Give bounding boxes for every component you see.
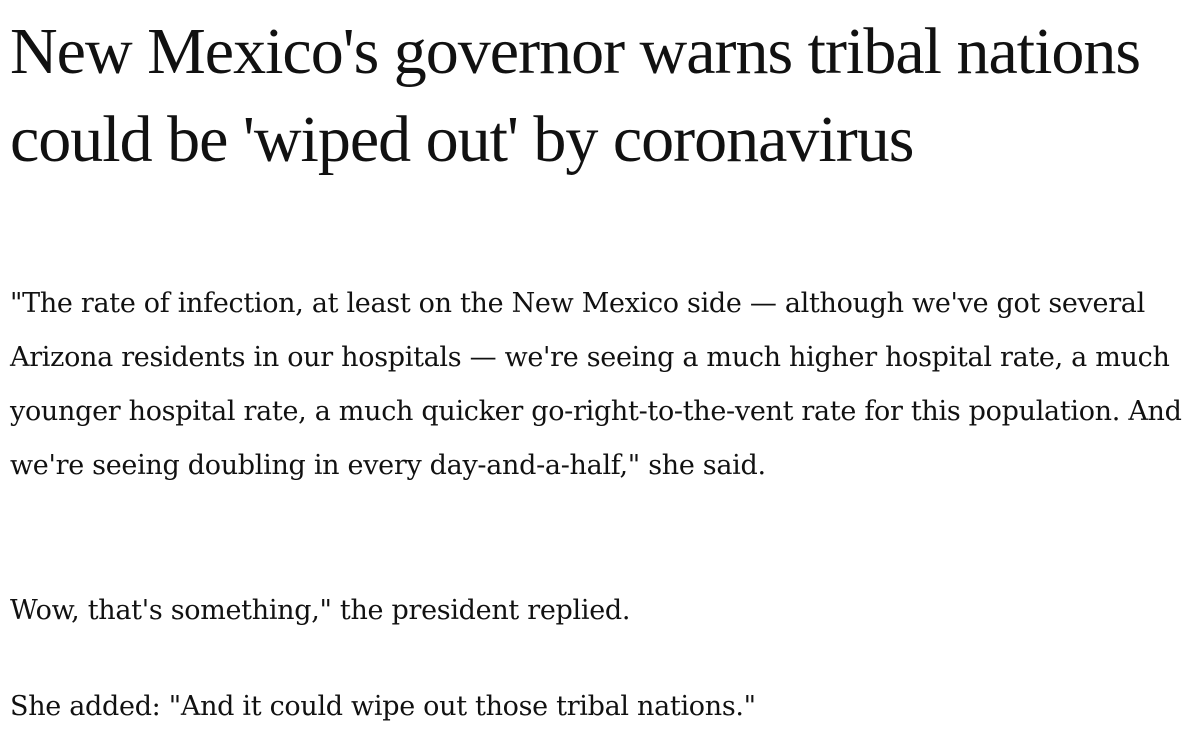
article-paragraph-reply: Wow, that's something," the president re… (10, 595, 631, 626)
article-paragraph-quote: "The rate of infection, at least on the … (10, 288, 1182, 481)
article-headline: New Mexico's governor warns tribal natio… (10, 15, 1141, 176)
article: New Mexico's governor warns tribal natio… (0, 0, 1199, 742)
article-paragraph-addition: She added: "And it could wipe out those … (10, 691, 756, 722)
